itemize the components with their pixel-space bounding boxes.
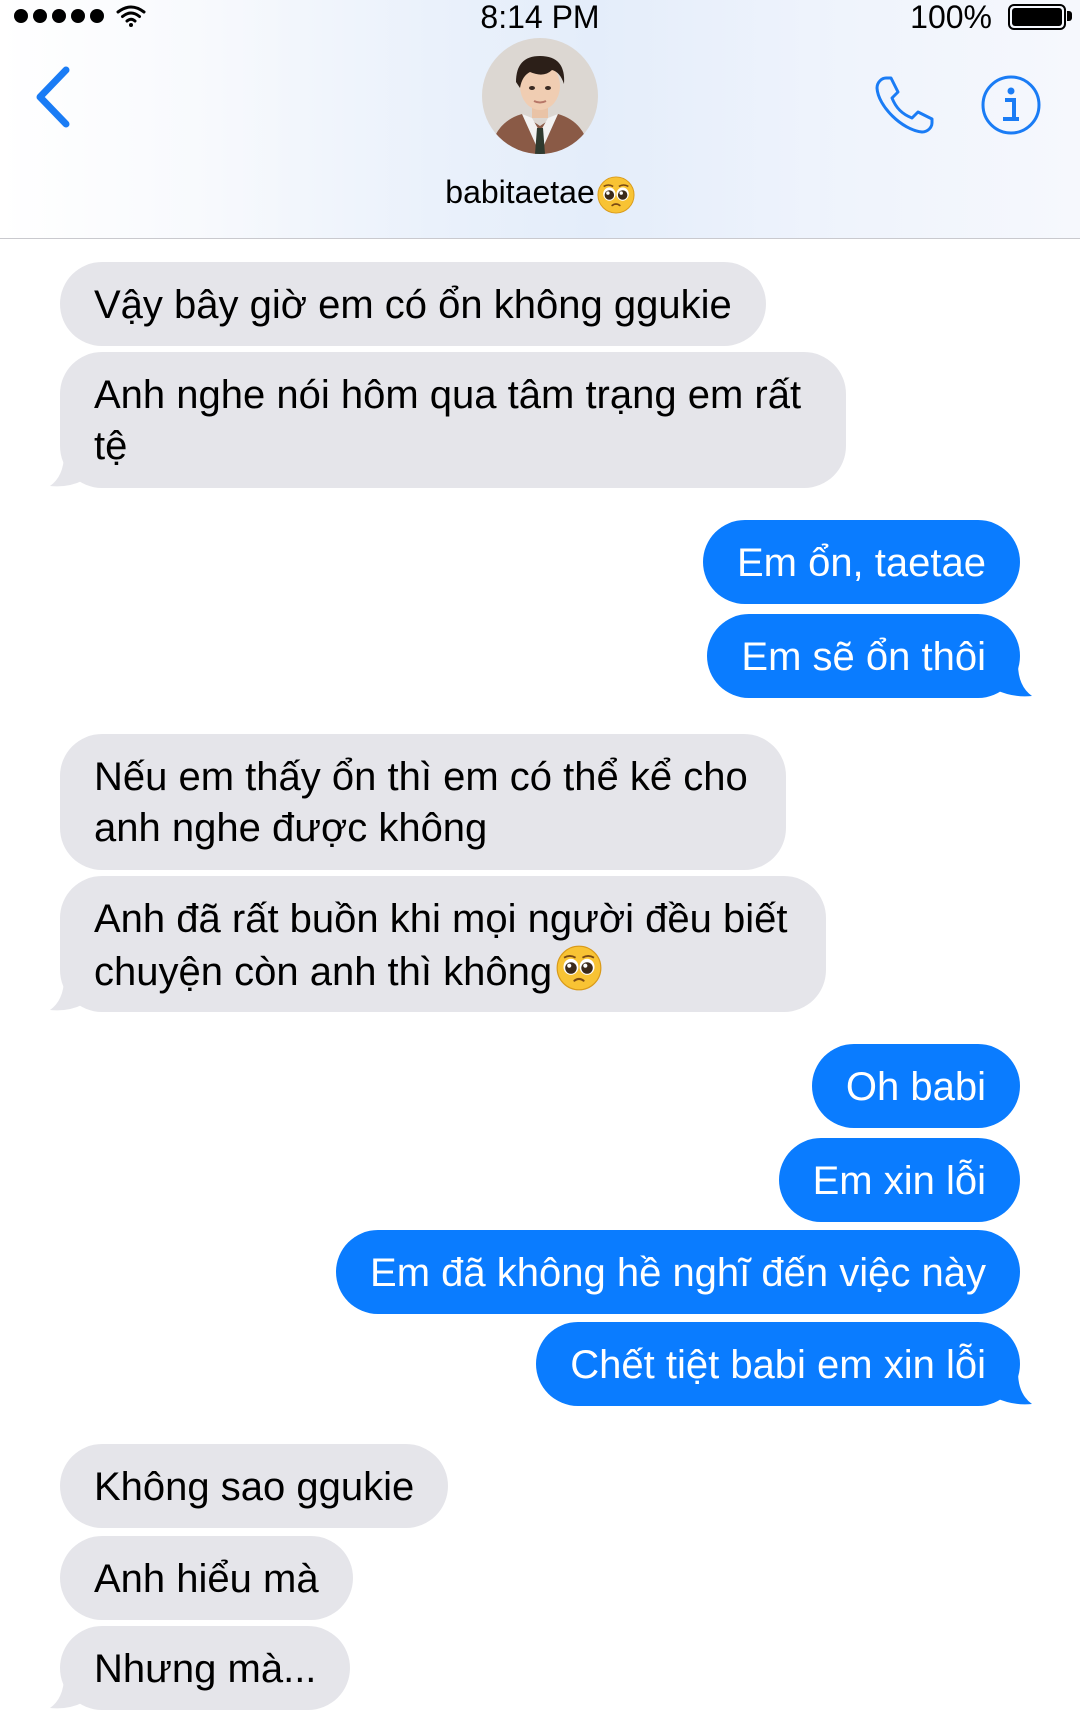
received-message[interactable]: Không sao ggukie [60,1444,449,1528]
sent-message[interactable]: Em xin lỗi [778,1138,1020,1222]
bubble-tail [50,1676,84,1709]
sent-message[interactable]: Oh babi [811,1044,1020,1128]
pleading-face-icon [597,176,635,214]
received-message[interactable]: Anh hiểu mà [60,1536,353,1620]
bubble-tail [50,454,84,487]
bubble-tail [50,978,84,1011]
sent-message[interactable]: Em đã không hề nghĩ đến việc này [336,1230,1020,1314]
contact-name-text: babitaetae [445,174,595,210]
contact-name[interactable]: babitaetae [0,172,1080,214]
sent-message[interactable]: Em sẽ ổn thôi [707,614,1020,698]
conversation-header: 8:14 PM 100% babitaetae [0,0,1080,239]
sent-message[interactable]: Chết tiệt babi em xin lỗi [536,1322,1020,1406]
received-message-text: Anh đã rất buồn khi mọi người đều biết c… [94,897,799,994]
back-chevron-icon[interactable] [30,62,80,132]
pleading-face-icon [556,945,602,991]
sent-message[interactable]: Em ổn, taetae [702,520,1020,604]
battery-tip [1067,11,1072,21]
battery-percentage: 100% [910,0,992,35]
received-message[interactable]: Nhưng mà... [60,1626,351,1710]
received-message[interactable]: Vậy bây giờ em có ổn không ggukie [60,262,766,346]
contact-avatar[interactable] [482,38,598,154]
status-bar: 8:14 PM 100% [0,0,1080,36]
bubble-tail [996,664,1032,697]
info-icon[interactable] [980,74,1042,136]
bubble-tail [996,1372,1032,1405]
avatar-photo [482,38,598,154]
battery-icon [1008,4,1066,30]
received-message[interactable]: Nếu em thấy ổn thì em có thể kể cho anh … [60,734,786,870]
received-message[interactable]: Anh nghe nói hôm qua tâm trạng em rất tệ [60,352,846,488]
received-message[interactable]: Anh đã rất buồn khi mọi người đều biết c… [60,876,826,1012]
phone-icon[interactable] [872,72,938,138]
